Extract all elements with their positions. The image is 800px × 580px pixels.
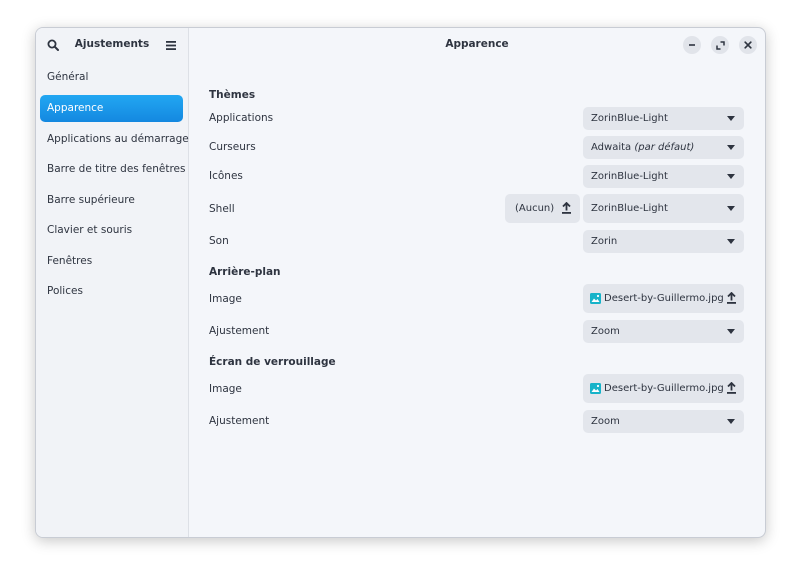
- minimize-icon: [689, 44, 695, 46]
- cursors-theme-combo[interactable]: Adwaita (par défaut): [583, 136, 744, 159]
- maximize-icon: [715, 40, 725, 50]
- sidebar-item-general[interactable]: Général: [40, 64, 183, 91]
- lockscreen-adjustment-value: Zoom: [591, 416, 620, 427]
- lockscreen-heading: Écran de verrouillage: [209, 356, 336, 368]
- image-file-icon: [590, 293, 601, 304]
- maximize-button[interactable]: [711, 36, 729, 54]
- lockscreen-adjustment-label: Ajustement: [209, 415, 270, 427]
- chevron-down-icon: [727, 239, 735, 244]
- background-image-label: Image: [209, 293, 242, 305]
- icons-theme-value: ZorinBlue-Light: [591, 171, 668, 182]
- sound-label: Son: [209, 235, 229, 247]
- icons-theme-combo[interactable]: ZorinBlue-Light: [583, 165, 744, 188]
- background-adjustment-value: Zoom: [591, 326, 620, 337]
- lockscreen-image-label: Image: [209, 383, 242, 395]
- upload-icon: [726, 381, 737, 397]
- sidebar-item-startup-apps[interactable]: Applications au démarrage: [40, 126, 189, 153]
- themes-heading: Thèmes: [209, 89, 256, 101]
- sidebar-item-top-bar[interactable]: Barre supérieure: [40, 187, 183, 214]
- cursors-label: Curseurs: [209, 141, 256, 153]
- tweaks-window: Ajustements Général Apparence Applicatio…: [35, 27, 766, 538]
- sidebar-item-window-titlebars[interactable]: Barre de titre des fenêtres: [40, 156, 186, 183]
- sidebar-header: Ajustements: [36, 28, 188, 61]
- sidebar: Ajustements Général Apparence Applicatio…: [36, 28, 189, 537]
- cursors-default-suffix: (par défaut): [634, 142, 695, 153]
- image-file-icon: [590, 383, 601, 394]
- applications-theme-combo[interactable]: ZorinBlue-Light: [583, 107, 744, 130]
- hamburger-menu-icon[interactable]: [164, 38, 178, 52]
- close-button[interactable]: [739, 36, 757, 54]
- upload-icon: [726, 291, 737, 307]
- sidebar-item-keyboard-mouse[interactable]: Clavier et souris: [40, 217, 183, 244]
- shell-label: Shell: [209, 203, 235, 215]
- chevron-down-icon: [727, 206, 735, 211]
- background-image-filename: Desert-by-Guillermo.jpg: [604, 293, 724, 304]
- shell-theme-value: ZorinBlue-Light: [591, 203, 668, 214]
- background-image-chooser[interactable]: Desert-by-Guillermo.jpg: [583, 284, 744, 313]
- background-adjustment-combo[interactable]: Zoom: [583, 320, 744, 343]
- applications-label: Applications: [209, 112, 274, 124]
- lockscreen-image-filename: Desert-by-Guillermo.jpg: [604, 383, 724, 394]
- shell-load-label: (Aucun): [515, 203, 555, 214]
- sidebar-item-windows[interactable]: Fenêtres: [40, 248, 183, 275]
- lockscreen-adjustment-combo[interactable]: Zoom: [583, 410, 744, 433]
- sidebar-item-fonts[interactable]: Polices: [40, 278, 183, 305]
- shell-theme-combo[interactable]: ZorinBlue-Light: [583, 194, 744, 223]
- icons-label: Icônes: [209, 170, 243, 182]
- chevron-down-icon: [727, 145, 735, 150]
- chevron-down-icon: [727, 174, 735, 179]
- main-panel: Apparence Thèmes Applications ZorinBlue-…: [189, 28, 765, 537]
- applications-theme-value: ZorinBlue-Light: [591, 113, 668, 124]
- chevron-down-icon: [727, 419, 735, 424]
- sound-theme-value: Zorin: [591, 236, 618, 247]
- sound-theme-combo[interactable]: Zorin: [583, 230, 744, 253]
- sidebar-item-appearance[interactable]: Apparence: [40, 95, 183, 122]
- background-adjustment-label: Ajustement: [209, 325, 270, 337]
- chevron-down-icon: [727, 329, 735, 334]
- cursors-theme-value: Adwaita: [591, 142, 632, 153]
- chevron-down-icon: [727, 116, 735, 121]
- page-title: Apparence: [445, 38, 509, 50]
- upload-icon: [561, 201, 572, 217]
- background-heading: Arrière-plan: [209, 266, 281, 278]
- lockscreen-image-chooser[interactable]: Desert-by-Guillermo.jpg: [583, 374, 744, 403]
- close-icon: [744, 41, 752, 49]
- minimize-button[interactable]: [683, 36, 701, 54]
- shell-load-button[interactable]: (Aucun): [505, 194, 580, 223]
